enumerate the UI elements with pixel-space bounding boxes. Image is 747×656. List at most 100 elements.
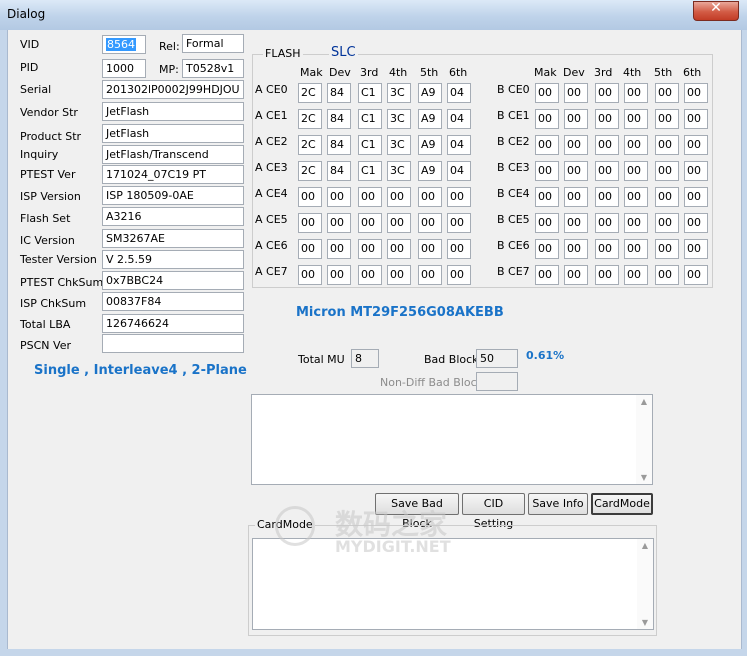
- flash-id-cell[interactable]: 00: [387, 213, 411, 233]
- flash-id-cell[interactable]: 00: [655, 109, 679, 129]
- save-info-button[interactable]: Save Info: [528, 493, 588, 515]
- flash-id-cell[interactable]: 00: [595, 83, 619, 103]
- flash-id-cell[interactable]: A9: [418, 83, 442, 103]
- flash-id-cell[interactable]: 00: [358, 265, 382, 285]
- isp-chksum-field[interactable]: 00837F84: [102, 292, 244, 311]
- flash-id-cell[interactable]: 00: [327, 213, 351, 233]
- flash-id-cell[interactable]: 3C: [387, 161, 411, 181]
- flash-id-cell[interactable]: 00: [358, 187, 382, 207]
- flash-id-cell[interactable]: 00: [298, 239, 322, 259]
- flash-id-cell[interactable]: 00: [564, 135, 588, 155]
- bad-block-field[interactable]: 50: [476, 349, 518, 368]
- flash-id-cell[interactable]: 84: [327, 161, 351, 181]
- flash-id-cell[interactable]: 04: [447, 109, 471, 129]
- flash-id-cell[interactable]: 00: [418, 239, 442, 259]
- ptest-ver-field[interactable]: 171024_07C19 PT: [102, 165, 244, 184]
- vid-field[interactable]: 8564: [102, 35, 146, 54]
- flash-id-cell[interactable]: 00: [684, 187, 708, 207]
- flash-id-cell[interactable]: 00: [624, 161, 648, 181]
- flash-id-cell[interactable]: 00: [535, 187, 559, 207]
- flash-id-cell[interactable]: 00: [655, 161, 679, 181]
- title-bar[interactable]: Dialog ✕: [0, 0, 747, 31]
- flash-id-cell[interactable]: 84: [327, 83, 351, 103]
- flash-id-cell[interactable]: 00: [684, 239, 708, 259]
- flash-id-cell[interactable]: 00: [564, 109, 588, 129]
- flash-id-cell[interactable]: 00: [684, 83, 708, 103]
- flash-set-field[interactable]: A3216: [102, 207, 244, 226]
- flash-id-cell[interactable]: 00: [564, 187, 588, 207]
- cid-setting-button[interactable]: CID Setting: [462, 493, 525, 530]
- rel-field[interactable]: Formal: [182, 34, 244, 53]
- flash-id-cell[interactable]: 00: [624, 187, 648, 207]
- flash-id-cell[interactable]: 00: [624, 213, 648, 233]
- flash-id-cell[interactable]: 3C: [387, 83, 411, 103]
- flash-id-cell[interactable]: 00: [595, 109, 619, 129]
- ptest-chksum-field[interactable]: 0x7BBC24: [102, 271, 244, 290]
- flash-id-cell[interactable]: 00: [564, 239, 588, 259]
- flash-id-cell[interactable]: 04: [447, 83, 471, 103]
- flash-id-cell[interactable]: 84: [327, 135, 351, 155]
- flash-id-cell[interactable]: 00: [447, 239, 471, 259]
- flash-id-cell[interactable]: 00: [655, 213, 679, 233]
- flash-id-cell[interactable]: 00: [535, 239, 559, 259]
- flash-id-cell[interactable]: A9: [418, 161, 442, 181]
- flash-id-cell[interactable]: 00: [684, 161, 708, 181]
- flash-id-cell[interactable]: 00: [447, 213, 471, 233]
- flash-id-cell[interactable]: 00: [595, 265, 619, 285]
- flash-id-cell[interactable]: 00: [684, 109, 708, 129]
- flash-id-cell[interactable]: 00: [535, 83, 559, 103]
- flash-id-cell[interactable]: 00: [655, 265, 679, 285]
- inquiry-field[interactable]: JetFlash/Transcend: [102, 145, 244, 164]
- flash-id-cell[interactable]: 00: [595, 135, 619, 155]
- flash-id-cell[interactable]: 00: [418, 187, 442, 207]
- flash-id-cell[interactable]: 04: [447, 161, 471, 181]
- flash-id-cell[interactable]: 00: [535, 265, 559, 285]
- flash-id-cell[interactable]: 00: [298, 265, 322, 285]
- pscn-ver-field[interactable]: [102, 334, 244, 353]
- flash-id-cell[interactable]: 00: [358, 239, 382, 259]
- flash-id-cell[interactable]: 00: [655, 239, 679, 259]
- flash-id-cell[interactable]: 00: [535, 161, 559, 181]
- flash-id-cell[interactable]: 00: [595, 161, 619, 181]
- total-lba-field[interactable]: 126746624: [102, 314, 244, 333]
- flash-id-cell[interactable]: 00: [418, 213, 442, 233]
- flash-id-cell[interactable]: 00: [684, 135, 708, 155]
- flash-id-cell[interactable]: 00: [327, 265, 351, 285]
- tester-version-field[interactable]: V 2.5.59: [102, 250, 244, 269]
- flash-id-cell[interactable]: C1: [358, 109, 382, 129]
- product-str-field[interactable]: JetFlash: [102, 124, 244, 143]
- flash-id-cell[interactable]: 2C: [298, 161, 322, 181]
- flash-id-cell[interactable]: 00: [298, 187, 322, 207]
- cardmode-textarea[interactable]: ▲ ▼: [252, 538, 654, 630]
- flash-id-cell[interactable]: 00: [564, 265, 588, 285]
- flash-id-cell[interactable]: 04: [447, 135, 471, 155]
- flash-id-cell[interactable]: 00: [327, 187, 351, 207]
- flash-id-cell[interactable]: 00: [624, 135, 648, 155]
- pid-field[interactable]: 1000: [102, 59, 146, 78]
- cardmode-scrollbar[interactable]: ▲ ▼: [637, 539, 653, 629]
- log-textarea[interactable]: ▲ ▼: [251, 394, 653, 485]
- flash-id-cell[interactable]: C1: [358, 135, 382, 155]
- flash-id-cell[interactable]: 00: [564, 83, 588, 103]
- flash-id-cell[interactable]: 3C: [387, 135, 411, 155]
- flash-id-cell[interactable]: 00: [655, 83, 679, 103]
- flash-id-cell[interactable]: 00: [595, 187, 619, 207]
- flash-id-cell[interactable]: 00: [684, 265, 708, 285]
- flash-id-cell[interactable]: 00: [624, 265, 648, 285]
- flash-id-cell[interactable]: C1: [358, 161, 382, 181]
- flash-id-cell[interactable]: 00: [595, 213, 619, 233]
- flash-id-cell[interactable]: 00: [387, 239, 411, 259]
- flash-id-cell[interactable]: 2C: [298, 83, 322, 103]
- log-scrollbar[interactable]: ▲ ▼: [636, 395, 652, 484]
- close-button[interactable]: ✕: [693, 0, 739, 21]
- flash-id-cell[interactable]: 00: [358, 213, 382, 233]
- flash-id-cell[interactable]: 00: [624, 109, 648, 129]
- flash-id-cell[interactable]: 00: [564, 161, 588, 181]
- scroll-up-icon[interactable]: ▲: [637, 541, 653, 550]
- scroll-down-icon[interactable]: ▼: [637, 618, 653, 627]
- flash-id-cell[interactable]: 00: [624, 239, 648, 259]
- flash-id-cell[interactable]: 00: [418, 265, 442, 285]
- flash-id-cell[interactable]: 00: [535, 109, 559, 129]
- flash-id-cell[interactable]: 00: [535, 135, 559, 155]
- flash-id-cell[interactable]: 00: [684, 213, 708, 233]
